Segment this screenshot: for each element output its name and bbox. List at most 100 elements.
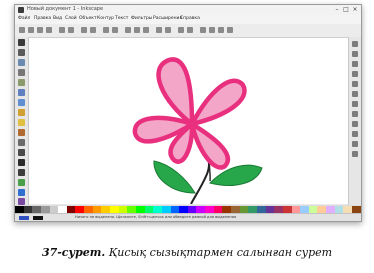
palette-swatch[interactable]: [256, 206, 266, 213]
palette-swatch[interactable]: [15, 206, 24, 213]
palette-swatch[interactable]: [222, 206, 232, 213]
zoom-in-icon[interactable]: [125, 27, 131, 33]
align-icon[interactable]: [227, 27, 233, 33]
palette-swatch[interactable]: [84, 206, 93, 213]
rectangle-tool-icon[interactable]: [18, 89, 25, 96]
import-icon[interactable]: [59, 27, 65, 33]
palette-swatch[interactable]: [308, 206, 318, 213]
palette-swatch[interactable]: [23, 206, 33, 213]
minimize-button[interactable]: –: [333, 6, 341, 13]
export-icon[interactable]: [68, 27, 74, 33]
snap-centers-icon[interactable]: [352, 121, 358, 127]
pen-tool-icon[interactable]: [18, 149, 25, 156]
palette-swatch[interactable]: [135, 206, 145, 213]
clone-icon[interactable]: [165, 27, 171, 33]
palette-swatch[interactable]: [265, 206, 275, 213]
new-file-icon[interactable]: [19, 27, 25, 33]
menu-filters[interactable]: Фильтры: [131, 16, 152, 21]
snap-corners-icon[interactable]: [352, 71, 358, 77]
star-tool-icon[interactable]: [18, 119, 25, 126]
menu-layer[interactable]: Слой: [65, 16, 77, 21]
gradient-tool-icon[interactable]: [18, 189, 25, 196]
palette-swatch[interactable]: [179, 206, 188, 213]
palette-swatch[interactable]: [231, 206, 240, 213]
palette-swatch[interactable]: [101, 206, 111, 213]
palette-swatch[interactable]: [58, 206, 67, 213]
stroke-indicator[interactable]: [33, 216, 43, 220]
menu-view[interactable]: Вид: [53, 16, 62, 21]
palette-swatch[interactable]: [326, 206, 335, 213]
dropper-tool-icon[interactable]: [18, 198, 25, 205]
print-icon[interactable]: [46, 27, 52, 33]
spray-tool-icon[interactable]: [18, 179, 25, 186]
text-font-icon[interactable]: [209, 27, 215, 33]
palette-swatch[interactable]: [213, 206, 223, 213]
palette-swatch[interactable]: [92, 206, 102, 213]
palette-swatch[interactable]: [248, 206, 257, 213]
palette-swatch[interactable]: [351, 206, 361, 213]
menu-path[interactable]: Контур: [97, 16, 114, 21]
node-tool-icon[interactable]: [18, 49, 25, 56]
menu-object[interactable]: Объект: [79, 16, 97, 21]
snap-paths-icon[interactable]: [352, 91, 358, 97]
3d-box-tool-icon[interactable]: [18, 99, 25, 106]
palette-swatch[interactable]: [282, 206, 292, 213]
palette-swatch[interactable]: [66, 206, 76, 213]
zoom-out-icon[interactable]: [134, 27, 140, 33]
save-icon[interactable]: [37, 27, 43, 33]
palette-swatch[interactable]: [205, 206, 214, 213]
palette-swatch[interactable]: [161, 206, 171, 213]
snap-page-icon[interactable]: [352, 131, 358, 137]
palette-swatch[interactable]: [343, 206, 352, 213]
palette-swatch[interactable]: [49, 206, 59, 213]
menu-extensions[interactable]: Расширения: [153, 16, 182, 21]
group-icon[interactable]: [178, 27, 184, 33]
tweak-tool-icon[interactable]: [18, 59, 25, 66]
open-file-icon[interactable]: [28, 27, 34, 33]
palette-swatch[interactable]: [127, 206, 136, 213]
palette-swatch[interactable]: [170, 206, 180, 213]
palette-swatch[interactable]: [153, 206, 162, 213]
snap-grid-icon[interactable]: [352, 141, 358, 147]
palette-swatch[interactable]: [118, 206, 128, 213]
duplicate-icon[interactable]: [156, 27, 162, 33]
palette-swatch[interactable]: [75, 206, 85, 213]
text-tool-icon[interactable]: [18, 169, 25, 176]
ellipse-tool-icon[interactable]: [18, 109, 25, 116]
palette-swatch[interactable]: [187, 206, 197, 213]
fill-stroke-icon[interactable]: [200, 27, 206, 33]
undo-icon[interactable]: [81, 27, 87, 33]
palette-swatch[interactable]: [196, 206, 206, 213]
zoom-fit-icon[interactable]: [143, 27, 149, 33]
snap-toggle-icon[interactable]: [352, 41, 358, 47]
snap-bbox-icon[interactable]: [352, 51, 358, 57]
drawing-canvas[interactable]: [29, 38, 348, 205]
palette-swatch[interactable]: [317, 206, 327, 213]
close-button[interactable]: ×: [351, 6, 359, 13]
menu-text[interactable]: Текст: [115, 16, 128, 21]
selector-tool-icon[interactable]: [18, 39, 25, 46]
snap-intersections-icon[interactable]: [352, 101, 358, 107]
menu-help[interactable]: Справка: [180, 16, 200, 21]
palette-swatch[interactable]: [40, 206, 50, 213]
maximize-button[interactable]: □: [342, 6, 350, 13]
pencil-tool-icon[interactable]: [18, 139, 25, 146]
snap-guides-icon[interactable]: [352, 151, 358, 157]
palette-swatch[interactable]: [274, 206, 283, 213]
snap-midpoints-icon[interactable]: [352, 111, 358, 117]
palette-swatch[interactable]: [110, 206, 119, 213]
fill-indicator[interactable]: [19, 216, 29, 220]
calligraphy-tool-icon[interactable]: [18, 159, 25, 166]
spiral-tool-icon[interactable]: [18, 129, 25, 136]
paste-icon[interactable]: [112, 27, 118, 33]
palette-swatch[interactable]: [334, 206, 344, 213]
redo-icon[interactable]: [90, 27, 96, 33]
palette-swatch[interactable]: [239, 206, 249, 213]
ungroup-icon[interactable]: [187, 27, 193, 33]
xml-editor-icon[interactable]: [218, 27, 224, 33]
zoom-tool-icon[interactable]: [18, 69, 25, 76]
snap-edges-icon[interactable]: [352, 61, 358, 67]
measure-tool-icon[interactable]: [18, 79, 25, 86]
copy-icon[interactable]: [103, 27, 109, 33]
palette-swatch[interactable]: [32, 206, 41, 213]
